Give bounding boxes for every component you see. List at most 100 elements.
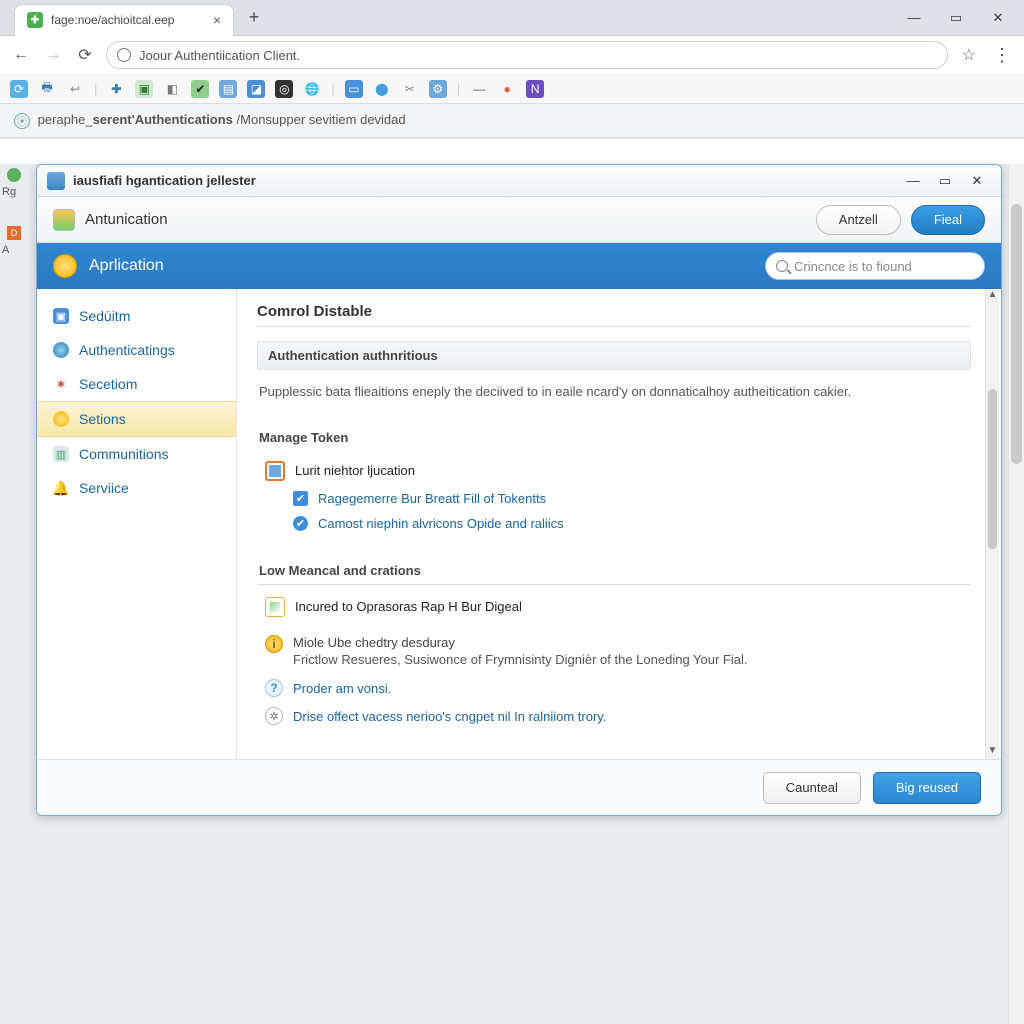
tab-favicon: ✚ (27, 12, 43, 28)
bm-icon[interactable]: N (526, 80, 544, 98)
search-input[interactable]: Crincnce is to fiound (765, 252, 985, 280)
dialog-scrollbar[interactable]: ▲ ▼ (985, 289, 999, 759)
auth-dialog: iausfiafi hgantication jellester — ▭ ✕ A… (36, 164, 1002, 816)
rail-badge-icon[interactable]: D (7, 226, 21, 240)
bm-icon[interactable]: ✔ (191, 80, 209, 98)
scroll-down-icon[interactable]: ▼ (986, 745, 999, 759)
globe-icon (53, 342, 69, 358)
briefcase-icon: ▣ (53, 308, 69, 324)
subheader-icon (53, 209, 75, 231)
bm-icon[interactable]: ↩ (66, 80, 84, 98)
search-icon (776, 260, 788, 272)
bm-icon[interactable]: ● (498, 80, 516, 98)
sidebar-item-service[interactable]: 🔔Serviice (37, 471, 236, 505)
sidebar-item-authenticatings[interactable]: Authenticatings (37, 333, 236, 367)
new-tab-button[interactable]: + (240, 4, 268, 32)
bm-icon[interactable]: ◎ (275, 80, 293, 98)
bm-icon[interactable]: 🖶 (38, 80, 56, 98)
section-auth-description: Pupplessic bata flieaitions eneply the d… (257, 378, 971, 406)
bm-icon[interactable]: ⚙ (429, 80, 447, 98)
site-info-icon[interactable] (117, 48, 131, 62)
bm-icon[interactable]: ▭ (345, 80, 363, 98)
section-hero-title: Aprlication (89, 257, 164, 275)
left-rail: Rg D A (2, 164, 26, 260)
dialog-minimize-button[interactable]: — (899, 170, 927, 192)
bm-icon[interactable]: ◪ (247, 80, 265, 98)
sidebar-item-setions[interactable]: Setions (37, 401, 236, 437)
dialog-title: iausfiafi hgantication jellester (73, 173, 256, 188)
browser-tabstrip: ✚ fage:noe/achioitcal.eep × + — ▭ ✕ (0, 0, 1024, 36)
browser-tab[interactable]: ✚ fage:noe/achioitcal.eep × (14, 4, 234, 36)
dialog-app-icon (47, 172, 65, 190)
section-low-header: Low Meancal and crations (257, 549, 971, 585)
warning-body: Frictlow Resueres, Susiwonce of Frymnisi… (293, 650, 748, 670)
help-icon: ? (265, 679, 283, 697)
nav-reload-button[interactable]: ⟳ (74, 44, 96, 66)
subheader-primary-button[interactable]: Fieal (911, 205, 985, 235)
breadcrumb-icon: ⦿ (14, 113, 30, 129)
bm-icon[interactable]: ◧ (163, 80, 181, 98)
cancel-button[interactable]: Caunteal (763, 772, 861, 804)
scroll-thumb[interactable] (988, 389, 997, 549)
bm-icon[interactable]: 🌐 (303, 80, 321, 98)
config-link[interactable]: Drise offect vacess nerioo's cngpet nil … (293, 709, 606, 724)
document-icon (265, 461, 285, 481)
address-text: Joour Authentiication Client. (139, 48, 300, 63)
tab-close-icon[interactable]: × (213, 12, 221, 28)
nav-forward-button[interactable]: → (42, 44, 64, 66)
dialog-maximize-button[interactable]: ▭ (931, 170, 959, 192)
gear-icon: ✲ (265, 707, 283, 725)
window-close-button[interactable]: ✕ (978, 4, 1018, 32)
rail-label: Rg (2, 186, 26, 198)
page-scrollbar[interactable] (1008, 164, 1024, 1024)
dialog-sidebar: ▣Sedúitm Authenticatings ✶Secetiom Setio… (37, 289, 237, 759)
apply-button[interactable]: Big reused (873, 772, 981, 804)
breadcrumb: ⦿ peraphe_serent'Authentications /Monsup… (0, 104, 1024, 138)
dialog-content: Comrol Distable Authentication authnriti… (237, 289, 1001, 759)
bookmarks-bar: ⟳ 🖶 ↩ | ✚ ▣ ◧ ✔ ▤ ◪ ◎ 🌐 | ▭ ⬤ ✂ ⚙ | — ● … (0, 74, 1024, 104)
address-bar[interactable]: Joour Authentiication Client. (106, 41, 948, 69)
bm-icon[interactable]: ✂ (401, 80, 419, 98)
subheader-secondary-button[interactable]: Antzell (816, 205, 901, 235)
tab-title: fage:noe/achioitcal.eep (51, 13, 174, 27)
scroll-up-icon[interactable]: ▲ (986, 289, 999, 303)
bm-icon[interactable]: ✚ (107, 80, 125, 98)
bm-icon[interactable]: ⟳ (10, 80, 28, 98)
star-icon: ✶ (53, 376, 69, 392)
rail-label: A (2, 244, 26, 256)
browser-menu-button[interactable]: ⋮ (990, 45, 1014, 66)
checkbox-round[interactable]: ✔ (293, 516, 308, 531)
checkbox[interactable]: ✔ (293, 491, 308, 506)
help-link[interactable]: Proder am vonsi. (293, 681, 391, 696)
subheader-title: Antunication (85, 211, 168, 228)
dialog-titlebar: iausfiafi hgantication jellester — ▭ ✕ (37, 165, 1001, 197)
bm-icon[interactable]: — (470, 80, 488, 98)
sidebar-item-communitions[interactable]: ▥Communitions (37, 437, 236, 471)
monitor-icon: ▥ (53, 446, 69, 462)
option-label: Incured to Oprasoras Rap H Bur Digeal (295, 599, 522, 614)
window-maximize-button[interactable]: ▭ (936, 4, 976, 32)
warning-title: Miole Ube chedtry desduray (293, 635, 748, 650)
dialog-close-button[interactable]: ✕ (963, 170, 991, 192)
settings-ball-icon (53, 411, 69, 427)
sidebar-item-sedum[interactable]: ▣Sedúitm (37, 299, 236, 333)
sidebar-item-secetiom[interactable]: ✶Secetiom (37, 367, 236, 401)
section-token-header: Manage Token (257, 420, 971, 449)
rail-dot-icon[interactable] (7, 168, 21, 182)
warning-icon: i (265, 635, 283, 653)
search-placeholder: Crincnce is to fiound (794, 259, 912, 274)
note-icon (265, 597, 285, 617)
content-heading: Comrol Distable (257, 303, 971, 327)
option-label: Lurit niehtor ljucation (295, 463, 415, 478)
page-scroll-thumb[interactable] (1011, 204, 1022, 464)
option-link[interactable]: Ragegemerre Bur Breatt Fill of Tokentts (318, 491, 546, 506)
option-link[interactable]: Camost niephin alvricons Opide and ralii… (318, 516, 564, 531)
bm-icon[interactable]: ⬤ (373, 80, 391, 98)
section-auth-header: Authentication authnritious (257, 341, 971, 370)
bell-icon: 🔔 (53, 480, 69, 496)
bookmark-star-icon[interactable]: ☆ (962, 45, 976, 65)
bm-icon[interactable]: ▣ (135, 80, 153, 98)
nav-back-button[interactable]: ← (10, 44, 32, 66)
bm-icon[interactable]: ▤ (219, 80, 237, 98)
window-minimize-button[interactable]: — (894, 4, 934, 32)
